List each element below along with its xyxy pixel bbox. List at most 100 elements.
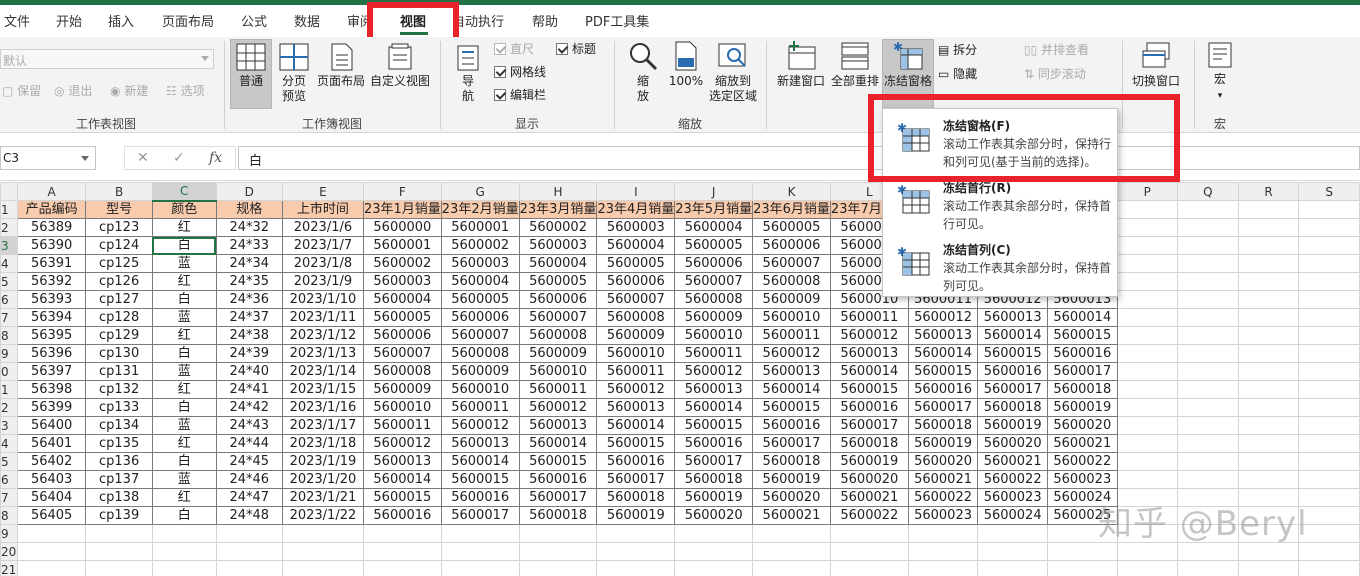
zoom-100-button[interactable]: 100% [666,41,706,89]
cell[interactable] [674,560,754,576]
cell[interactable] [1237,398,1300,417]
row-header[interactable]: 3 [0,236,18,255]
cell[interactable]: 蓝 [151,470,217,489]
cell[interactable]: 5600016 [596,452,676,471]
cell[interactable] [1237,254,1300,273]
cell[interactable]: 5600007 [674,272,754,291]
cell[interactable]: 红 [151,272,217,291]
cell[interactable]: 56403 [16,470,87,489]
cell[interactable]: 23年5月销量 [674,200,754,219]
cell[interactable]: 2023/1/11 [281,308,364,327]
cell[interactable]: 5600012 [362,434,442,453]
cell[interactable]: 5600007 [596,290,676,309]
view-side-by-side-button[interactable]: ▯▯ 并排查看 [1024,42,1089,58]
cell[interactable]: 5600005 [752,218,831,237]
cell[interactable]: 5600008 [440,344,520,363]
cell[interactable]: 24*41 [215,380,283,399]
cell[interactable]: 5600005 [596,254,676,273]
cell[interactable]: 56396 [16,344,87,363]
cell[interactable] [1298,452,1360,471]
tab-data[interactable]: 数据 [294,11,320,30]
cell[interactable]: 5600011 [518,380,598,399]
cell[interactable]: 5600013 [596,398,676,417]
cell[interactable]: 5600016 [518,470,598,489]
cell[interactable]: 24*33 [215,236,283,255]
cell[interactable]: 24*34 [215,254,283,273]
cell[interactable]: 5600015 [977,344,1048,363]
cell[interactable] [85,524,153,543]
cell[interactable] [1176,434,1239,453]
cell[interactable]: 5600008 [674,290,754,309]
cell[interactable]: 56391 [16,254,87,273]
cell[interactable]: 5600016 [440,488,520,507]
cell[interactable]: 56402 [16,452,87,471]
cell[interactable] [1298,398,1360,417]
cell[interactable] [518,560,598,576]
cell[interactable] [151,560,217,576]
cell[interactable]: 5600007 [518,308,598,327]
cell[interactable]: 5600018 [907,416,979,435]
cell[interactable]: 2023/1/20 [281,470,364,489]
cell[interactable] [440,524,520,543]
cell[interactable] [518,542,598,561]
cell[interactable] [1176,272,1239,291]
cell[interactable]: cp124 [85,236,153,255]
cell[interactable]: 5600002 [362,254,442,273]
cell[interactable] [1298,308,1360,327]
cell[interactable]: 56389 [16,218,87,237]
cell[interactable]: 2023/1/7 [281,236,364,255]
arrange-all-button[interactable]: 全部重排 [828,41,882,89]
cell[interactable]: 5600019 [829,452,909,471]
cell[interactable]: 2023/1/8 [281,254,364,273]
cell[interactable] [1046,542,1118,561]
cell[interactable] [752,560,831,576]
cell[interactable]: 5600024 [977,506,1048,525]
cell[interactable] [596,542,676,561]
cell[interactable]: 2023/1/6 [281,218,364,237]
cell[interactable]: 24*40 [215,362,283,381]
cell[interactable]: 5600015 [362,488,442,507]
cell[interactable]: 白 [151,236,217,255]
cell[interactable]: 24*42 [215,398,283,417]
cell[interactable] [1237,380,1300,399]
cell[interactable] [440,560,520,576]
cell[interactable] [1298,290,1360,309]
cell[interactable]: 56404 [16,488,87,507]
cell[interactable]: 5600017 [752,434,831,453]
cell[interactable]: 红 [151,488,217,507]
cell[interactable] [1237,200,1300,219]
sync-scroll-button[interactable]: ⇅ 同步滚动 [1024,66,1086,82]
cell[interactable] [1116,308,1178,327]
column-header[interactable]: P [1116,182,1178,201]
row-header[interactable]: 7 [0,488,18,507]
cell[interactable]: 56405 [16,506,87,525]
cell[interactable] [596,524,676,543]
cell[interactable]: cp137 [85,470,153,489]
cell[interactable]: 2023/1/18 [281,434,364,453]
cell[interactable]: 白 [151,344,217,363]
cell[interactable]: 5600016 [674,434,754,453]
cell[interactable]: 5600023 [907,506,979,525]
cell[interactable]: 5600022 [1046,452,1118,471]
cell[interactable]: 24*38 [215,326,283,345]
cell[interactable] [752,524,831,543]
cell[interactable]: 5600005 [362,308,442,327]
cell[interactable]: 蓝 [151,254,217,273]
cell[interactable] [1176,218,1239,237]
cell[interactable] [1237,560,1300,576]
cell[interactable] [1116,200,1178,219]
cell[interactable]: 5600008 [596,308,676,327]
cell[interactable]: 5600019 [977,416,1048,435]
cell[interactable]: cp136 [85,452,153,471]
cell[interactable] [1237,344,1300,363]
cell[interactable]: 型号 [85,200,153,219]
cell[interactable]: 白 [151,506,217,525]
column-header[interactable]: J [674,182,754,201]
cell[interactable]: 5600017 [977,380,1048,399]
row-header[interactable]: 4 [0,254,18,273]
cell[interactable]: 24*43 [215,416,283,435]
cell[interactable] [596,560,676,576]
cell[interactable] [362,524,442,543]
cell[interactable] [1298,506,1360,525]
cell[interactable]: 5600015 [440,470,520,489]
